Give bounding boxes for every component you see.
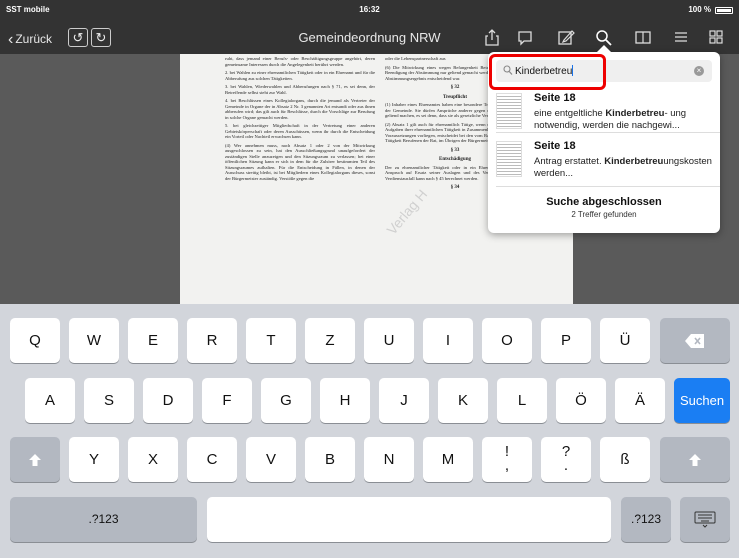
key-question-period[interactable]: ? . (541, 437, 591, 482)
search-status-detail: 2 Treffer gefunden (571, 210, 637, 219)
result-page: Seite 18 (534, 92, 576, 104)
paragraph: ruht, dass jemand einer Berufs- oder Bes… (225, 56, 375, 67)
key-oe[interactable]: Ö (556, 378, 606, 423)
list-icon[interactable] (671, 28, 691, 47)
key-e[interactable]: E (128, 318, 178, 363)
page-thumbnail (496, 93, 522, 129)
key-q[interactable]: Q (10, 318, 60, 363)
navigation-bar: ‹ Zurück ↺ ↻ Gemeindeordnung NRW (0, 20, 739, 54)
key-k[interactable]: K (438, 378, 488, 423)
paragraph: 5. bei gleichzeitiger Mitgliedschaft in … (225, 123, 375, 139)
shift-icon (689, 454, 701, 467)
popover-arrow (597, 45, 611, 52)
shift-key-left[interactable] (10, 437, 60, 482)
key-f[interactable]: F (202, 378, 252, 423)
edit-icon[interactable] (556, 28, 576, 47)
shift-icon (29, 454, 41, 467)
page-thumbnail (496, 141, 522, 177)
paragraph: 4. bei Beschlüssen eines Kollegialorgans… (225, 98, 375, 120)
key-d[interactable]: D (143, 378, 193, 423)
book-icon[interactable] (633, 28, 653, 47)
key-h[interactable]: H (320, 378, 370, 423)
key-b[interactable]: B (305, 437, 355, 482)
key-a[interactable]: A (25, 378, 75, 423)
paragraph: 3. bei Wahlen, Wiederwahlen und Abberufu… (225, 84, 375, 95)
search-key[interactable]: Suchen (674, 378, 730, 423)
key-z[interactable]: Z (305, 318, 355, 363)
key-o[interactable]: O (482, 318, 532, 363)
key-x[interactable]: X (128, 437, 178, 482)
keyboard-icon (694, 511, 716, 528)
battery-icon (715, 7, 733, 14)
key-ue[interactable]: Ü (600, 318, 650, 363)
snippet-match: Kinderbetreu (604, 156, 664, 167)
share-icon[interactable] (482, 28, 502, 47)
backspace-icon (685, 334, 704, 349)
key-u[interactable]: U (364, 318, 414, 363)
status-bar: SST mobile 16:32 100 % (0, 0, 739, 20)
key-sz[interactable]: ß (600, 437, 650, 482)
search-result-2[interactable]: Seite 18 Antrag erstattet. Kinderbetreuu… (496, 138, 720, 190)
paragraph: (4) Wer annehmen muss, nach Absatz 1 ode… (225, 142, 375, 181)
clock: 16:32 (359, 5, 380, 14)
key-s[interactable]: S (84, 378, 134, 423)
snippet-text: eine entgeltliche (534, 108, 606, 119)
left-text-column: ruht, dass jemand einer Berufs- oder Bes… (225, 56, 375, 184)
key-l[interactable]: L (497, 378, 547, 423)
chat-icon[interactable] (515, 28, 535, 47)
battery-percent: 100 % (688, 5, 711, 14)
key-v[interactable]: V (246, 437, 296, 482)
search-highlight-box (489, 54, 606, 90)
key-t[interactable]: T (246, 318, 296, 363)
undo-button[interactable]: ↺ (68, 28, 88, 47)
result-snippet: eine entgeltliche Kinderbetreu- ung notw… (534, 108, 720, 132)
search-result-1[interactable]: Seite 18 eine entgeltliche Kinderbetreu-… (496, 90, 720, 142)
key-n[interactable]: N (364, 437, 414, 482)
shift-key-right[interactable] (660, 437, 730, 482)
back-label: Zurück (15, 32, 53, 46)
space-bar[interactable] (207, 497, 611, 542)
key-w[interactable]: W (69, 318, 119, 363)
key-exclaim-comma[interactable]: ! , (482, 437, 532, 482)
key-r[interactable]: R (187, 318, 237, 363)
key-g[interactable]: G (261, 378, 311, 423)
divider (496, 186, 720, 187)
numbers-key-right[interactable]: .?123 (621, 497, 671, 542)
key-y[interactable]: Y (69, 437, 119, 482)
numbers-key-left[interactable]: .?123 (10, 497, 197, 542)
key-ae[interactable]: Ä (615, 378, 665, 423)
search-status: Suche abgeschlossen 2 Treffer gefunden (488, 196, 720, 219)
key-j[interactable]: J (379, 378, 429, 423)
dismiss-keyboard-key[interactable] (680, 497, 730, 542)
result-page: Seite 18 (534, 140, 576, 152)
paragraph: 2. bei Wahlen zu einer ehrenamtlichen Tä… (225, 70, 375, 81)
result-snippet: Antrag erstattet. Kinderbetreuungskosten… (534, 156, 720, 180)
chevron-left-icon: ‹ (8, 31, 14, 48)
divider (496, 132, 720, 133)
search-status-title: Suche abgeschlossen (546, 196, 662, 208)
onscreen-keyboard: Q W E R T Z U I O P Ü A S D F G H J K L … (0, 304, 739, 558)
watermark: Verlag H (383, 186, 431, 238)
grid-icon[interactable] (706, 28, 726, 47)
snippet-text: Antrag erstattet. (534, 156, 605, 167)
back-button[interactable]: ‹ Zurück (8, 30, 52, 48)
redo-button[interactable]: ↻ (91, 28, 111, 47)
key-c[interactable]: C (187, 437, 237, 482)
clear-search-icon[interactable]: × (694, 66, 704, 76)
key-m[interactable]: M (423, 437, 473, 482)
search-popover: Kinderbetreu × Seite 18 eine entgeltlich… (488, 45, 720, 233)
snippet-match: Kinderbetreu (605, 108, 665, 119)
backspace-key[interactable] (660, 318, 730, 363)
key-i[interactable]: I (423, 318, 473, 363)
key-p[interactable]: P (541, 318, 591, 363)
